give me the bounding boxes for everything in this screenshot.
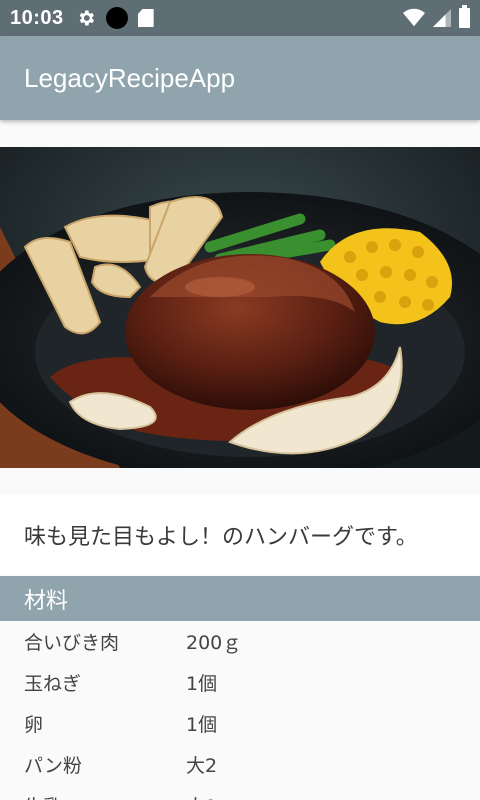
ingredient-amount: 200ｇ <box>186 632 242 654</box>
gear-icon <box>79 10 94 26</box>
status-time: 10:03 <box>10 6 64 29</box>
ingredient-name: 合いびき肉 <box>24 632 120 654</box>
ingredients-list: 合いびき肉 200ｇ 玉ねぎ 1個 卵 1個 パン粉 大2 牛乳 大1 <box>0 621 480 800</box>
ingredient-amount: 1個 <box>186 673 218 695</box>
ingredient-amount: 1個 <box>186 714 218 736</box>
list-item: パン粉 大2 <box>0 744 480 785</box>
recipe-description: 味も見た目もよし！のハンバーグです。 <box>24 525 418 550</box>
hamburger-steak-photo <box>0 147 480 468</box>
ingredient-name: 牛乳 <box>24 792 186 800</box>
sd-card-icon <box>137 9 154 27</box>
ingredient-amount: 大1 <box>186 792 217 800</box>
ingredients-header: 材料 <box>0 576 480 621</box>
description-card: 味も見た目もよし！のハンバーグです。 <box>0 495 480 575</box>
list-item: 牛乳 大1 <box>0 785 480 800</box>
ingredient-amount: 大2 <box>186 755 218 777</box>
ingredient-name: 玉ねぎ <box>24 673 82 695</box>
list-item: 卵 1個 <box>0 703 480 744</box>
app-bar: LegacyRecipeApp <box>0 36 480 120</box>
notification-dot-icon <box>105 7 128 29</box>
battery-icon <box>459 5 470 28</box>
wifi-icon <box>403 8 425 27</box>
hero-image <box>0 147 480 468</box>
app-title: LegacyRecipeApp <box>24 62 236 93</box>
list-item: 玉ねぎ 1個 <box>0 662 480 703</box>
ingredient-name: パン粉 <box>24 755 82 777</box>
list-item: 合いびき肉 200ｇ <box>0 621 480 662</box>
ingredient-name: 卵 <box>24 714 44 736</box>
ingredients-title: 材料 <box>24 588 69 614</box>
signal-icon <box>433 9 451 27</box>
status-bar: 10:03 <box>0 0 480 36</box>
